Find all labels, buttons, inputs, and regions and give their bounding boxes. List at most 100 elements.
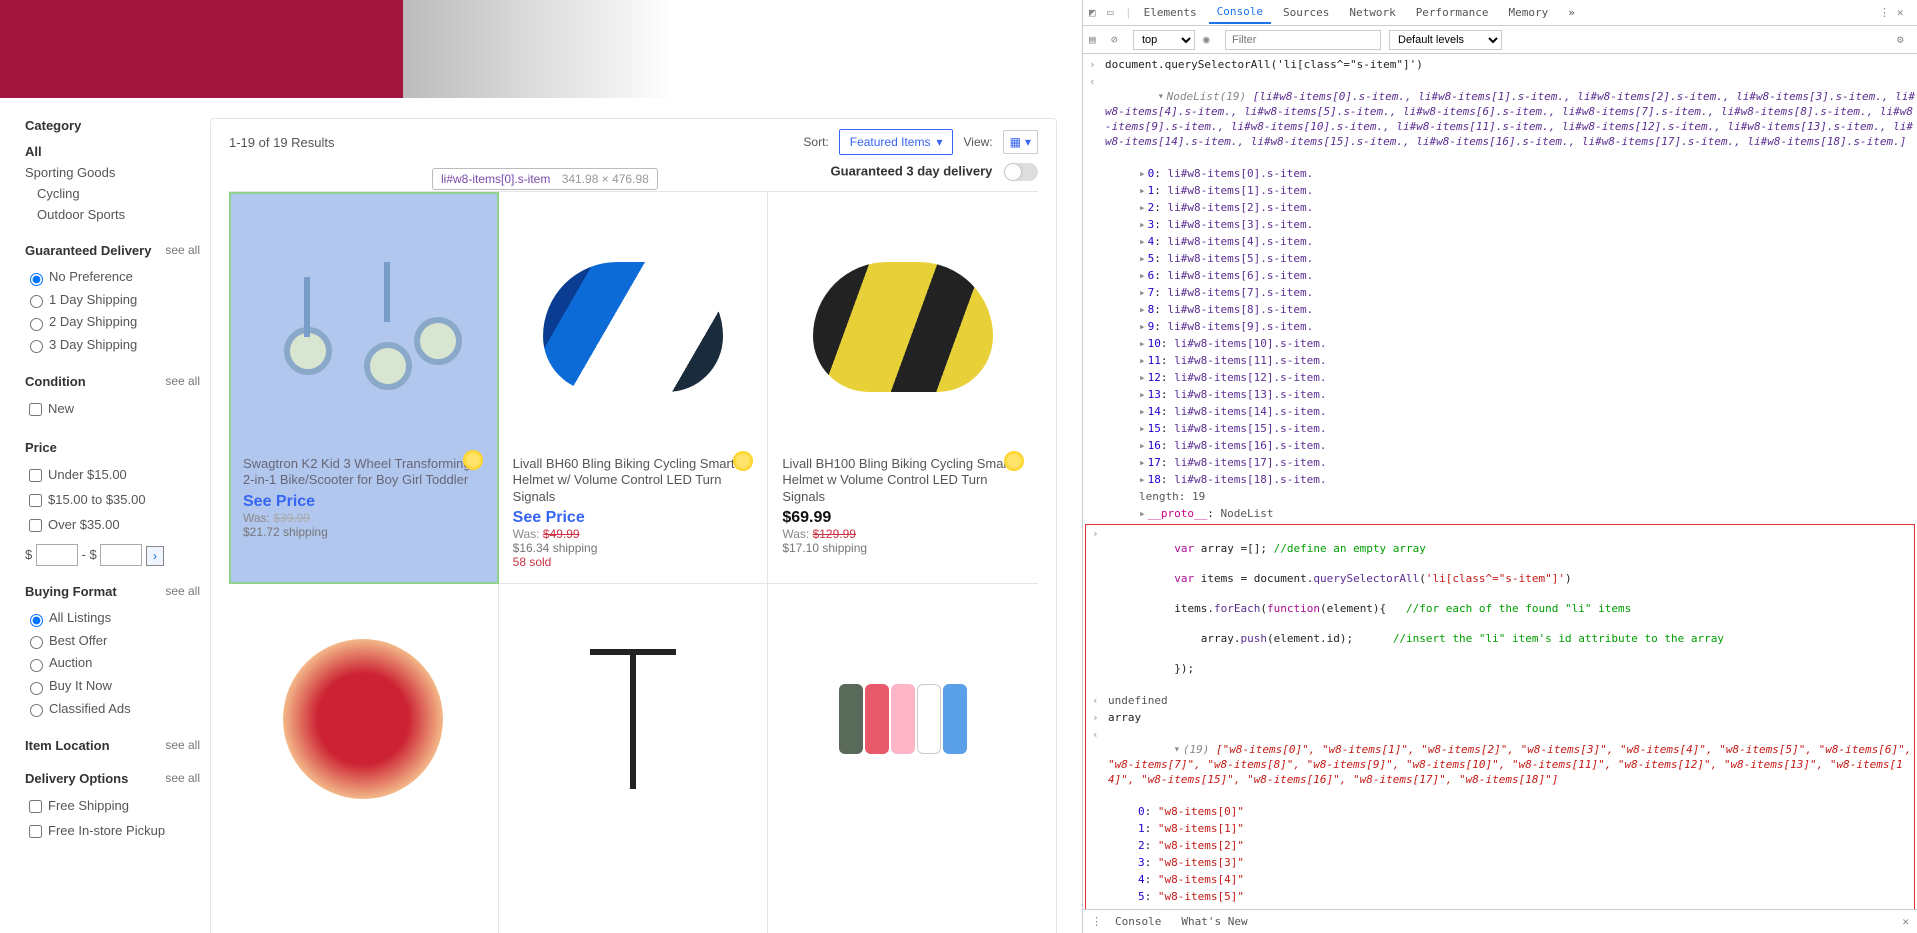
- gd-nopref[interactable]: No Preference: [25, 266, 200, 289]
- result-item[interactable]: [499, 584, 769, 933]
- deal-icon: [1004, 451, 1024, 471]
- inspect-icon[interactable]: ◩: [1089, 6, 1103, 20]
- array-entry: 4: "w8-items[4]": [1086, 871, 1914, 888]
- result-item[interactable]: Swagtron K2 Kid 3 Wheel Transforming 2-i…: [229, 192, 499, 584]
- nodelist-entry[interactable]: ▸6: li#w8-items[6].s-item.: [1083, 267, 1917, 284]
- nodelist-entry[interactable]: ▸17: li#w8-items[17].s-item.: [1083, 454, 1917, 471]
- nodelist-entry[interactable]: ▸2: li#w8-items[2].s-item.: [1083, 199, 1917, 216]
- bf-all[interactable]: All Listings: [25, 607, 200, 630]
- drawer-whatsnew[interactable]: What's New: [1171, 912, 1257, 931]
- cond-new[interactable]: New: [25, 397, 200, 422]
- gd-2day[interactable]: 2 Day Shipping: [25, 311, 200, 334]
- eye-icon[interactable]: ◉: [1203, 33, 1217, 47]
- cat-outdoor[interactable]: Outdoor Sports: [25, 204, 200, 225]
- bf-auction[interactable]: Auction: [25, 652, 200, 675]
- bf-see-all[interactable]: see all: [165, 584, 200, 598]
- array-entry: 3: "w8-items[3]": [1086, 854, 1914, 871]
- product-image: [782, 202, 1024, 452]
- array-entry: 2: "w8-items[2]": [1086, 837, 1914, 854]
- tooltip-selector: li#w8-items[0].s-item: [441, 172, 550, 186]
- tab-sources[interactable]: Sources: [1275, 2, 1337, 23]
- view-toggle[interactable]: ▦ ▾: [1003, 130, 1038, 154]
- console-result[interactable]: ▸NodeList(19) [li#w8-items[0].s-item., l…: [1083, 73, 1917, 165]
- price-under[interactable]: Under $15.00: [25, 463, 200, 488]
- tab-console[interactable]: Console: [1209, 1, 1271, 24]
- nodelist-entry[interactable]: ▸16: li#w8-items[16].s-item.: [1083, 437, 1917, 454]
- item-shipping: $17.10 shipping: [782, 541, 1024, 555]
- bf-best[interactable]: Best Offer: [25, 630, 200, 653]
- tab-elements[interactable]: Elements: [1136, 2, 1205, 23]
- do-freeship[interactable]: Free Shipping: [25, 794, 200, 819]
- console-result[interactable]: ▸(19) ["w8-items[0]", "w8-items[1]", "w8…: [1086, 726, 1914, 803]
- nodelist-entry[interactable]: ▸10: li#w8-items[10].s-item.: [1083, 335, 1917, 352]
- nodelist-entry[interactable]: ▸7: li#w8-items[7].s-item.: [1083, 284, 1917, 301]
- deal-icon: [733, 451, 753, 471]
- item-price: See Price: [513, 509, 754, 527]
- price-max-input[interactable]: [100, 544, 142, 566]
- nodelist-entry[interactable]: ▸15: li#w8-items[15].s-item.: [1083, 420, 1917, 437]
- nodelist-entry[interactable]: ▸12: li#w8-items[12].s-item.: [1083, 369, 1917, 386]
- kebab-icon[interactable]: ⋮: [1091, 915, 1105, 929]
- cond-see-all[interactable]: see all: [165, 374, 200, 388]
- result-item[interactable]: Livall BH60 Bling Biking Cycling Smart H…: [499, 192, 769, 584]
- nodelist-entry[interactable]: ▸9: li#w8-items[9].s-item.: [1083, 318, 1917, 335]
- price-min-input[interactable]: [36, 544, 78, 566]
- nodelist-entry[interactable]: ▸3: li#w8-items[3].s-item.: [1083, 216, 1917, 233]
- result-item[interactable]: [229, 584, 499, 933]
- nodelist-entry[interactable]: ▸11: li#w8-items[11].s-item.: [1083, 352, 1917, 369]
- nodelist-entry[interactable]: ▸13: li#w8-items[13].s-item.: [1083, 386, 1917, 403]
- nodelist-entry[interactable]: ▸8: li#w8-items[8].s-item.: [1083, 301, 1917, 318]
- result-item[interactable]: [768, 584, 1038, 933]
- kebab-icon[interactable]: ⋮: [1879, 6, 1893, 20]
- tab-network[interactable]: Network: [1341, 2, 1403, 23]
- tab-memory[interactable]: Memory: [1501, 2, 1557, 23]
- nodelist-entry[interactable]: ▸5: li#w8-items[5].s-item.: [1083, 250, 1917, 267]
- cat-cycling[interactable]: Cycling: [25, 183, 200, 204]
- nodelist-entry[interactable]: ▸0: li#w8-items[0].s-item.: [1083, 165, 1917, 182]
- tabs-more[interactable]: »: [1560, 2, 1583, 23]
- guarantee-toggle[interactable]: [1004, 163, 1038, 181]
- cat-sporting[interactable]: Sporting Goods: [25, 162, 200, 183]
- price-min-currency: $: [25, 547, 32, 562]
- bf-class[interactable]: Classified Ads: [25, 698, 200, 721]
- tab-performance[interactable]: Performance: [1408, 2, 1497, 23]
- result-item[interactable]: Livall BH100 Bling Biking Cycling Smart …: [768, 192, 1038, 584]
- gd-3day[interactable]: 3 Day Shipping: [25, 334, 200, 357]
- filter-input[interactable]: [1225, 30, 1381, 50]
- gd-see-all[interactable]: see all: [165, 243, 200, 257]
- price-dash: -: [81, 547, 85, 562]
- price-mid[interactable]: $15.00 to $35.00: [25, 488, 200, 513]
- nodelist-entry[interactable]: ▸1: li#w8-items[1].s-item.: [1083, 182, 1917, 199]
- bf-buy[interactable]: Buy It Now: [25, 675, 200, 698]
- nodelist-entry[interactable]: ▸14: li#w8-items[14].s-item.: [1083, 403, 1917, 420]
- gear-icon[interactable]: ⚙: [1897, 33, 1911, 47]
- price-go-button[interactable]: ›: [146, 546, 164, 566]
- sort-label: Sort:: [803, 135, 828, 149]
- drawer-close-icon[interactable]: ✕: [1902, 915, 1909, 928]
- loc-see-all[interactable]: see all: [165, 738, 200, 752]
- clear-icon[interactable]: ⊘: [1111, 33, 1125, 47]
- sort-select[interactable]: Featured Items ▾: [839, 129, 954, 155]
- console-output[interactable]: document.querySelectorAll('li[class^="s-…: [1083, 54, 1917, 909]
- do-see-all[interactable]: see all: [165, 771, 200, 785]
- devtools-tabs: ◩ ▭ | Elements Console Sources Network P…: [1083, 0, 1917, 26]
- do-store[interactable]: Free In-store Pickup: [25, 819, 200, 844]
- context-select[interactable]: top: [1133, 30, 1195, 50]
- price-max-currency: $: [89, 547, 96, 562]
- device-icon[interactable]: ▭: [1107, 6, 1121, 20]
- nodelist-proto[interactable]: ▸__proto__: NodeList: [1083, 505, 1917, 522]
- console-input: var array =[]; //define an empty array v…: [1086, 525, 1914, 692]
- close-icon[interactable]: ✕: [1897, 6, 1911, 20]
- price-over[interactable]: Over $35.00: [25, 513, 200, 538]
- nodelist-entry[interactable]: ▸4: li#w8-items[4].s-item.: [1083, 233, 1917, 250]
- cat-all[interactable]: All: [25, 141, 200, 162]
- gd-1day[interactable]: 1 Day Shipping: [25, 289, 200, 312]
- chevron-down-icon: ▾: [1025, 135, 1031, 149]
- nodelist-entry[interactable]: ▸18: li#w8-items[18].s-item.: [1083, 471, 1917, 488]
- drawer-console[interactable]: Console: [1105, 912, 1171, 931]
- item-was: Was: $129.99: [782, 527, 1024, 541]
- sidebar-icon[interactable]: ▤: [1089, 33, 1103, 47]
- product-image: [243, 594, 484, 844]
- levels-select[interactable]: Default levels: [1389, 30, 1502, 50]
- webpage-pane[interactable]: li#w8-items[0].s-item 341.98 × 476.98 Ca…: [0, 0, 1082, 933]
